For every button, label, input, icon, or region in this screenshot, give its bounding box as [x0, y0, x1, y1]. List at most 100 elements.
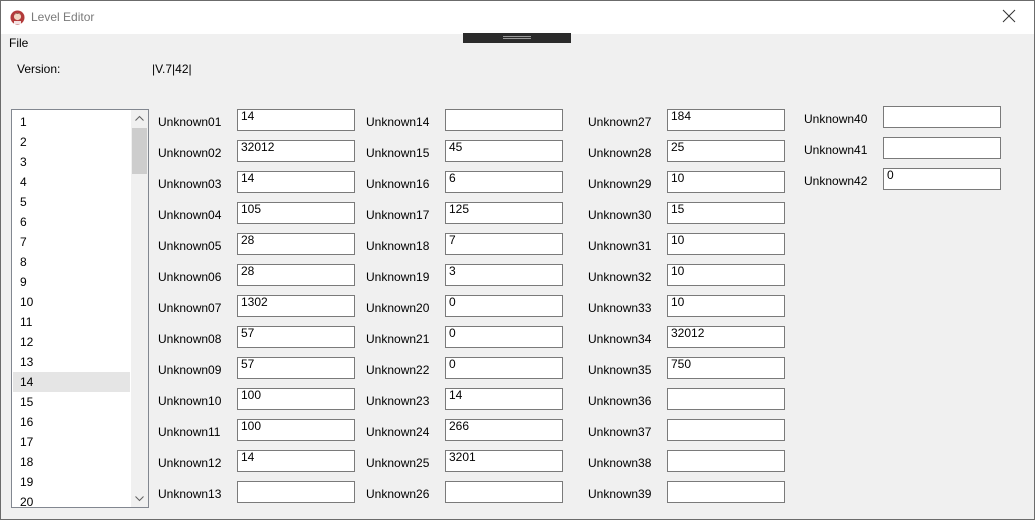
field-label: Unknown12 — [158, 456, 222, 470]
field-input[interactable] — [237, 357, 355, 379]
field-label: Unknown15 — [366, 146, 430, 160]
level-list-item[interactable]: 9 — [13, 272, 130, 292]
field-input[interactable] — [445, 326, 563, 348]
field-input[interactable] — [237, 264, 355, 286]
scroll-down-button[interactable] — [131, 490, 148, 507]
level-list-item[interactable]: 5 — [13, 192, 130, 212]
field-label: Unknown34 — [588, 332, 652, 346]
level-list-item[interactable]: 1 — [13, 112, 130, 132]
level-list-item[interactable]: 15 — [13, 392, 130, 412]
field-label: Unknown04 — [158, 208, 222, 222]
field-label: Unknown23 — [366, 394, 430, 408]
scroll-thumb[interactable] — [132, 128, 147, 174]
field-input[interactable] — [237, 202, 355, 224]
level-list-item[interactable]: 8 — [13, 252, 130, 272]
chevron-down-icon — [135, 496, 144, 502]
field-input[interactable] — [445, 295, 563, 317]
field-input[interactable] — [237, 419, 355, 441]
field-input[interactable] — [237, 326, 355, 348]
field-input[interactable] — [667, 481, 785, 503]
level-list-item[interactable]: 3 — [13, 152, 130, 172]
field-input[interactable] — [445, 140, 563, 162]
field-input[interactable] — [667, 326, 785, 348]
field-label: Unknown35 — [588, 363, 652, 377]
field-label: Unknown11 — [158, 425, 221, 439]
field-input[interactable] — [237, 233, 355, 255]
level-list-item[interactable]: 10 — [13, 292, 130, 312]
level-list-scrollbar[interactable] — [131, 110, 148, 507]
level-list-item[interactable]: 18 — [13, 452, 130, 472]
level-list-item[interactable]: 2 — [13, 132, 130, 152]
level-list-item[interactable]: 19 — [13, 472, 130, 492]
field-input[interactable] — [667, 140, 785, 162]
field-input[interactable] — [667, 450, 785, 472]
field-input[interactable] — [883, 137, 1001, 159]
field-label: Unknown05 — [158, 239, 222, 253]
level-list-item[interactable]: 4 — [13, 172, 130, 192]
field-input[interactable] — [445, 388, 563, 410]
field-label: Unknown30 — [588, 208, 652, 222]
chevron-up-icon — [135, 115, 144, 121]
field-input[interactable] — [237, 171, 355, 193]
level-list-item[interactable]: 20 — [13, 492, 130, 507]
field-input[interactable] — [237, 481, 355, 503]
field-input[interactable] — [445, 171, 563, 193]
field-label: Unknown17 — [366, 208, 430, 222]
level-list[interactable]: 1 2 3 4 5 6 7 8 9 10 11 12 13 14 15 16 17 18 19 20 — [11, 109, 149, 508]
close-button[interactable] — [988, 1, 1034, 33]
field-input[interactable] — [445, 233, 563, 255]
level-list-item[interactable]: 16 — [13, 412, 130, 432]
field-input[interactable] — [667, 295, 785, 317]
version-value: |V.7|42| — [152, 62, 192, 76]
field-input[interactable] — [445, 419, 563, 441]
field-input[interactable] — [237, 295, 355, 317]
field-input[interactable] — [667, 109, 785, 131]
field-input[interactable] — [445, 450, 563, 472]
field-input[interactable] — [445, 481, 563, 503]
menu-file[interactable]: File — [9, 36, 28, 50]
grip-line — [503, 36, 531, 37]
field-label: Unknown02 — [158, 146, 222, 160]
drag-handle[interactable] — [463, 33, 571, 43]
level-list-item[interactable]: 7 — [13, 232, 130, 252]
level-list-item[interactable]: 13 — [13, 352, 130, 372]
field-label: Unknown38 — [588, 456, 652, 470]
field-input[interactable] — [445, 357, 563, 379]
field-input[interactable] — [237, 109, 355, 131]
field-input[interactable] — [667, 357, 785, 379]
field-input[interactable] — [445, 264, 563, 286]
field-label: Unknown08 — [158, 332, 222, 346]
field-input[interactable] — [667, 419, 785, 441]
field-label: Unknown14 — [366, 115, 430, 129]
field-label: Unknown21 — [366, 332, 430, 346]
level-list-item[interactable]: 6 — [13, 212, 130, 232]
field-input[interactable] — [667, 202, 785, 224]
field-input[interactable] — [883, 106, 1001, 128]
field-input[interactable] — [667, 171, 785, 193]
field-label: Unknown25 — [366, 456, 430, 470]
field-input[interactable] — [883, 168, 1001, 190]
level-list-item[interactable]: 17 — [13, 432, 130, 452]
field-label: Unknown20 — [366, 301, 430, 315]
field-label: Unknown32 — [588, 270, 652, 284]
field-label: Unknown36 — [588, 394, 652, 408]
field-input[interactable] — [667, 388, 785, 410]
title-bar[interactable]: Level Editor — [1, 1, 1034, 34]
field-input[interactable] — [667, 264, 785, 286]
field-input[interactable] — [667, 233, 785, 255]
field-input[interactable] — [445, 202, 563, 224]
field-input[interactable] — [237, 388, 355, 410]
field-label: Unknown42 — [804, 174, 868, 188]
field-label: Unknown06 — [158, 270, 222, 284]
field-label: Unknown07 — [158, 301, 222, 315]
level-list-item[interactable]: 12 — [13, 332, 130, 352]
field-label: Unknown01 — [158, 115, 222, 129]
scroll-up-button[interactable] — [131, 110, 148, 127]
field-input[interactable] — [445, 109, 563, 131]
level-list-item[interactable]: 11 — [13, 312, 130, 332]
level-list-item[interactable]: 14 — [13, 372, 130, 392]
close-icon — [1002, 9, 1016, 23]
field-label: Unknown29 — [588, 177, 652, 191]
field-input[interactable] — [237, 140, 355, 162]
field-input[interactable] — [237, 450, 355, 472]
